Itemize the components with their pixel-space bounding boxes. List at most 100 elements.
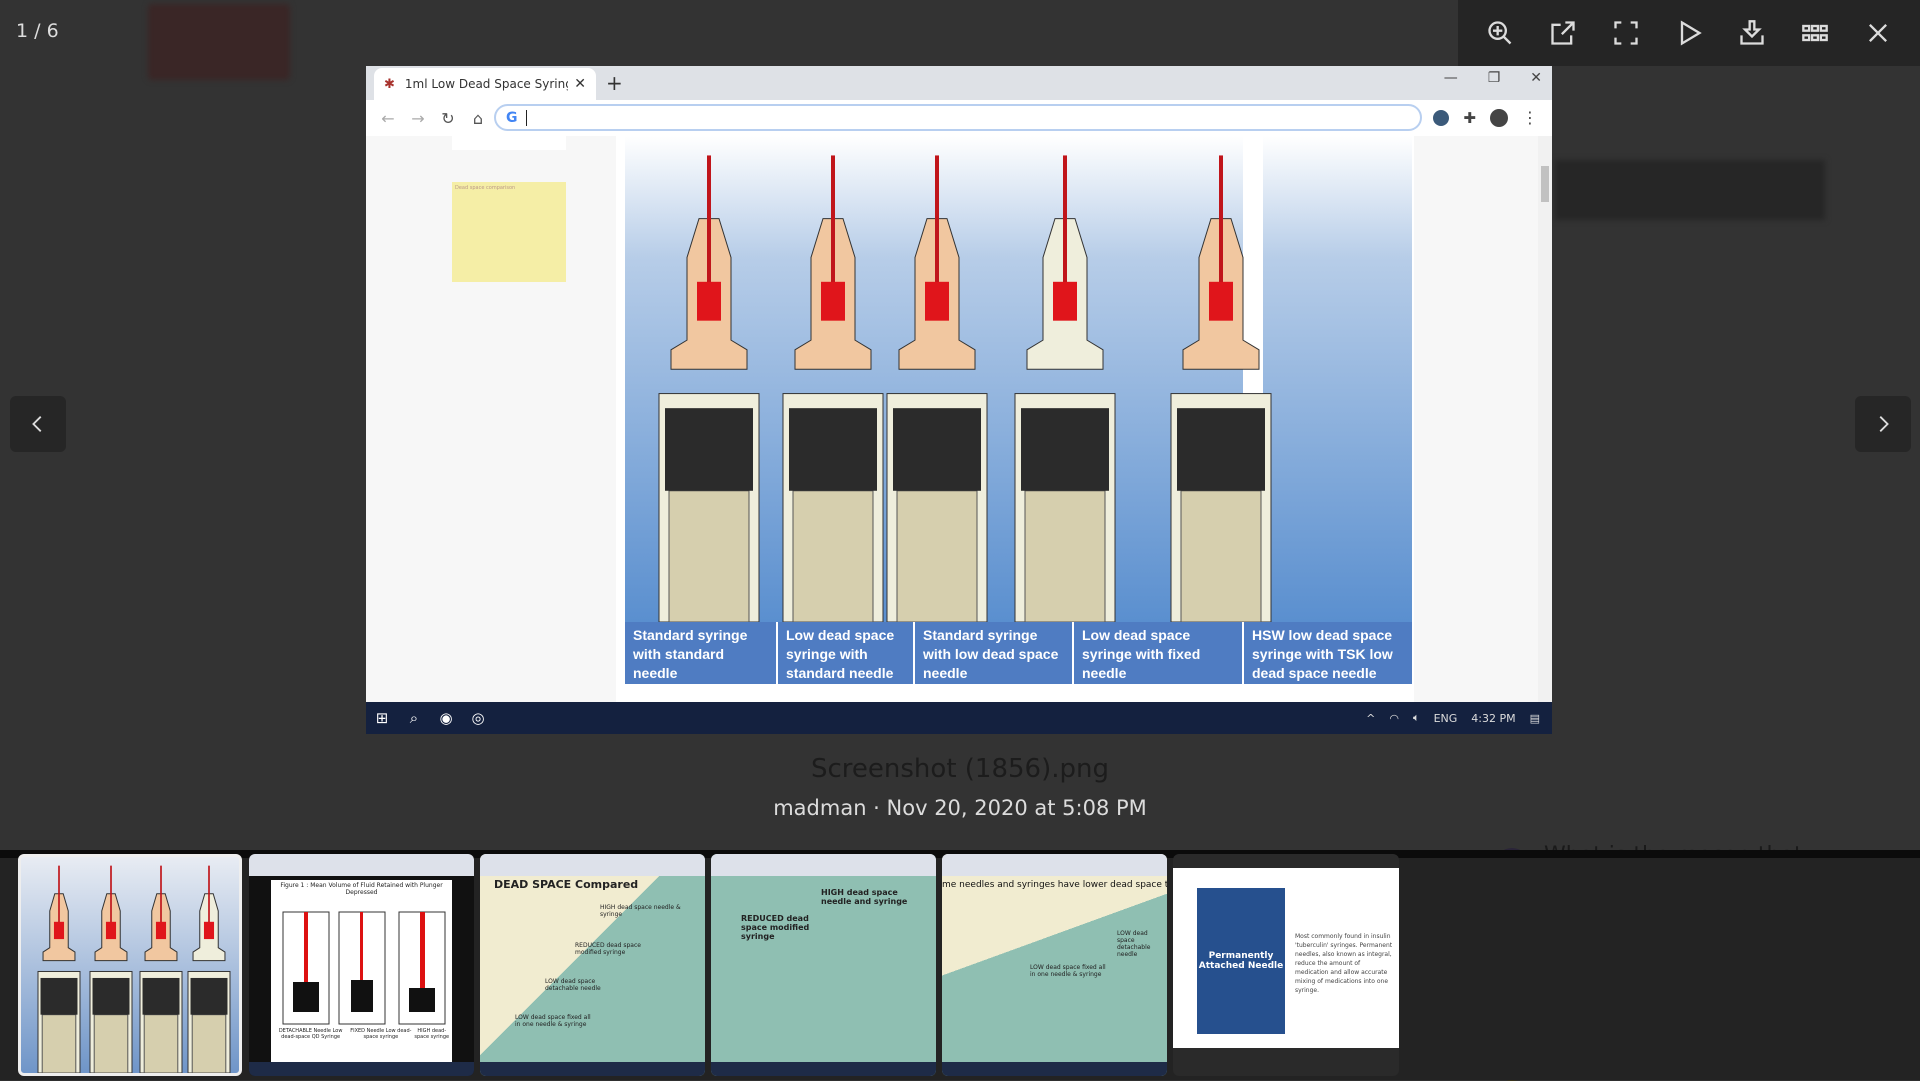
text-caret — [525, 109, 527, 126]
thumbnail-2-label: DETACHABLE Needle Low dead-space QD Syri… — [278, 1028, 343, 1040]
wifi-icon: ◠ — [1389, 711, 1399, 725]
thumbnail-browser-bar — [711, 854, 936, 876]
blurred-header — [1555, 160, 1825, 220]
home-icon: ⌂ — [472, 108, 484, 128]
displayed-image: ✱ 1ml Low Dead Space Syringe Lue ✕ + — ❐… — [366, 66, 1552, 734]
figure-label: Standard syringe with low dead space nee… — [915, 622, 1074, 684]
figure-label: Standard syringe with standard needle — [625, 622, 778, 684]
thumbnail-5[interactable]: me needles and syringes have lower dead … — [942, 854, 1167, 1076]
close-button[interactable] — [1857, 12, 1899, 54]
thumbnail-5-label: LOW dead space fixed all in one needle &… — [1030, 964, 1106, 978]
windows-taskbar: ⊞ ⌕ ◉ ◎ ^ ◠ 🔈︎ ENG 4:32 PM ▤ — [366, 702, 1552, 734]
thumbnail-5-label: LOW dead space detachable needle — [1117, 930, 1151, 958]
thumbnail-6-body: Most commonly found in insulin 'tubercul… — [1295, 933, 1393, 994]
syringe-2 — [89, 865, 133, 1073]
syringe-1 — [658, 155, 760, 622]
chevron-right-icon — [1879, 416, 1889, 432]
zoom-in-icon — [1487, 21, 1511, 45]
menu-dots-icon: ⋮ — [1522, 108, 1538, 127]
syringe-3 — [886, 155, 988, 622]
zoom-in-button[interactable] — [1479, 12, 1521, 54]
figure-labels: Standard syringe with standard needle Lo… — [625, 622, 1412, 684]
figure-label: Low dead space syringe with fixed needle — [1074, 622, 1244, 684]
thumbnail-3-label: HIGH dead space needle & syringe — [600, 904, 681, 918]
language-indicator: ENG — [1433, 711, 1458, 725]
syringe-5 — [1170, 155, 1272, 622]
browser-toolbar: ← → ↻ ⌂ G ✚ ⋮ — [366, 100, 1552, 136]
thumbnail-browser-bar — [480, 854, 705, 876]
open-external-button[interactable] — [1542, 12, 1584, 54]
thumbnail-taskbar — [249, 1062, 474, 1076]
slideshow-button[interactable] — [1668, 12, 1710, 54]
thumbnail-1-image — [37, 865, 231, 1073]
page-thumbnail: Dead space comparison — [452, 182, 566, 282]
gallery-button[interactable] — [1794, 12, 1836, 54]
syringe-4 — [187, 865, 231, 1073]
browser-tab: ✱ 1ml Low Dead Space Syringe Lue ✕ — [374, 68, 596, 100]
google-icon: G — [506, 109, 518, 126]
previous-image-button[interactable] — [10, 396, 66, 452]
thumbnail-2-labels: DETACHABLE Needle Low dead-space QD Syri… — [271, 1028, 452, 1040]
fullscreen-button[interactable] — [1605, 12, 1647, 54]
syringe-3 — [139, 865, 183, 1073]
web-page: Dead space comparison Standard syringe w… — [366, 136, 1552, 702]
thumbnail-4[interactable]: HIGH dead space needle and syringe REDUC… — [711, 854, 936, 1076]
restore-icon: ❐ — [1487, 70, 1501, 86]
tray-chevron-icon: ^ — [1366, 711, 1376, 725]
syringe-illustration — [625, 136, 1412, 622]
minimize-icon: — — [1443, 70, 1458, 86]
thumbnail-3[interactable]: DEAD SPACE Compared HIGH dead space need… — [480, 854, 705, 1076]
thumbnail-browser-bar — [942, 854, 1167, 876]
image-filename: Screenshot (1856).png — [811, 754, 1109, 784]
new-tab-icon: + — [606, 71, 623, 95]
next-image-button[interactable] — [1855, 396, 1911, 452]
thumbnail-3-label: LOW dead space detachable needle — [545, 978, 601, 992]
app-icon: ◎ — [471, 709, 485, 727]
volume-icon: 🔈︎ — [1412, 711, 1420, 724]
viewer-top-bar: 1 / 6 — [0, 0, 1920, 66]
play-icon — [1680, 20, 1702, 46]
thumbnail-taskbar — [711, 1062, 936, 1076]
windows-start-icon: ⊞ — [375, 709, 389, 727]
thumbnail-3-label: LOW dead space fixed all in one needle &… — [515, 1014, 591, 1028]
page-scrollbar — [1538, 136, 1552, 702]
system-tray: ^ ◠ 🔈︎ ENG 4:32 PM ▤ — [1366, 711, 1540, 725]
thumbnail-4-label: HIGH dead space needle and syringe — [821, 888, 908, 906]
open-external-icon — [1551, 21, 1575, 45]
figure-label: Low dead space syringe with standard nee… — [778, 622, 915, 684]
window-close-icon: ✕ — [1530, 70, 1542, 86]
image-counter: 1 / 6 — [16, 20, 59, 42]
page-thumbnail-caption: Dead space comparison — [455, 185, 516, 191]
thumbnail-4-label: REDUCED dead space modified syringe — [741, 914, 810, 941]
figure-label: HSW low dead space syringe with TSK low … — [1244, 622, 1412, 684]
thumbnail-browser-bar — [249, 854, 474, 876]
reload-icon: ↻ — [441, 108, 455, 128]
syringe-4 — [1014, 155, 1116, 622]
window-controls: — ❐ ✕ — [1444, 70, 1542, 86]
browser-tab-strip: ✱ 1ml Low Dead Space Syringe Lue ✕ + — ❐… — [366, 66, 1552, 100]
thumbnail-6[interactable]: Permanently Attached Needle Most commonl… — [1173, 854, 1399, 1076]
forward-icon: → — [411, 108, 425, 128]
search-icon: ⌕ — [409, 709, 419, 727]
syringe-drawings — [658, 155, 1272, 622]
extension-icon — [1433, 109, 1450, 126]
download-button[interactable] — [1731, 12, 1773, 54]
syringe-1 — [37, 865, 81, 1073]
download-icon — [1740, 20, 1764, 45]
viewer-toolbar — [1458, 0, 1920, 66]
thumbnail-2-figure: Figure 1 : Mean Volume of Fluid Retained… — [271, 880, 452, 1068]
back-icon: ← — [381, 108, 395, 128]
thumbnail-2[interactable]: Figure 1 : Mean Volume of Fluid Retained… — [249, 854, 474, 1076]
thumbnail-5-caption: me needles and syringes have lower dead … — [942, 880, 1167, 890]
thumbnail-3-caption: DEAD SPACE Compared — [494, 878, 639, 891]
tab-close-icon: ✕ — [574, 76, 586, 92]
chevron-left-icon — [32, 416, 42, 432]
chrome-icon: ◉ — [439, 709, 453, 727]
page-thumbnail-placeholder — [452, 136, 566, 150]
thumbnail-1[interactable] — [18, 854, 242, 1076]
thumbnail-2-label: HIGH dead-space syringe — [414, 1028, 450, 1040]
thumbnail-3-label: REDUCED dead space modified syringe — [575, 942, 641, 956]
thumbnail-taskbar — [942, 1062, 1167, 1076]
thumbnail-2-caption: Figure 1 : Mean Volume of Fluid Retained… — [280, 882, 443, 896]
profile-icon — [1490, 108, 1508, 127]
